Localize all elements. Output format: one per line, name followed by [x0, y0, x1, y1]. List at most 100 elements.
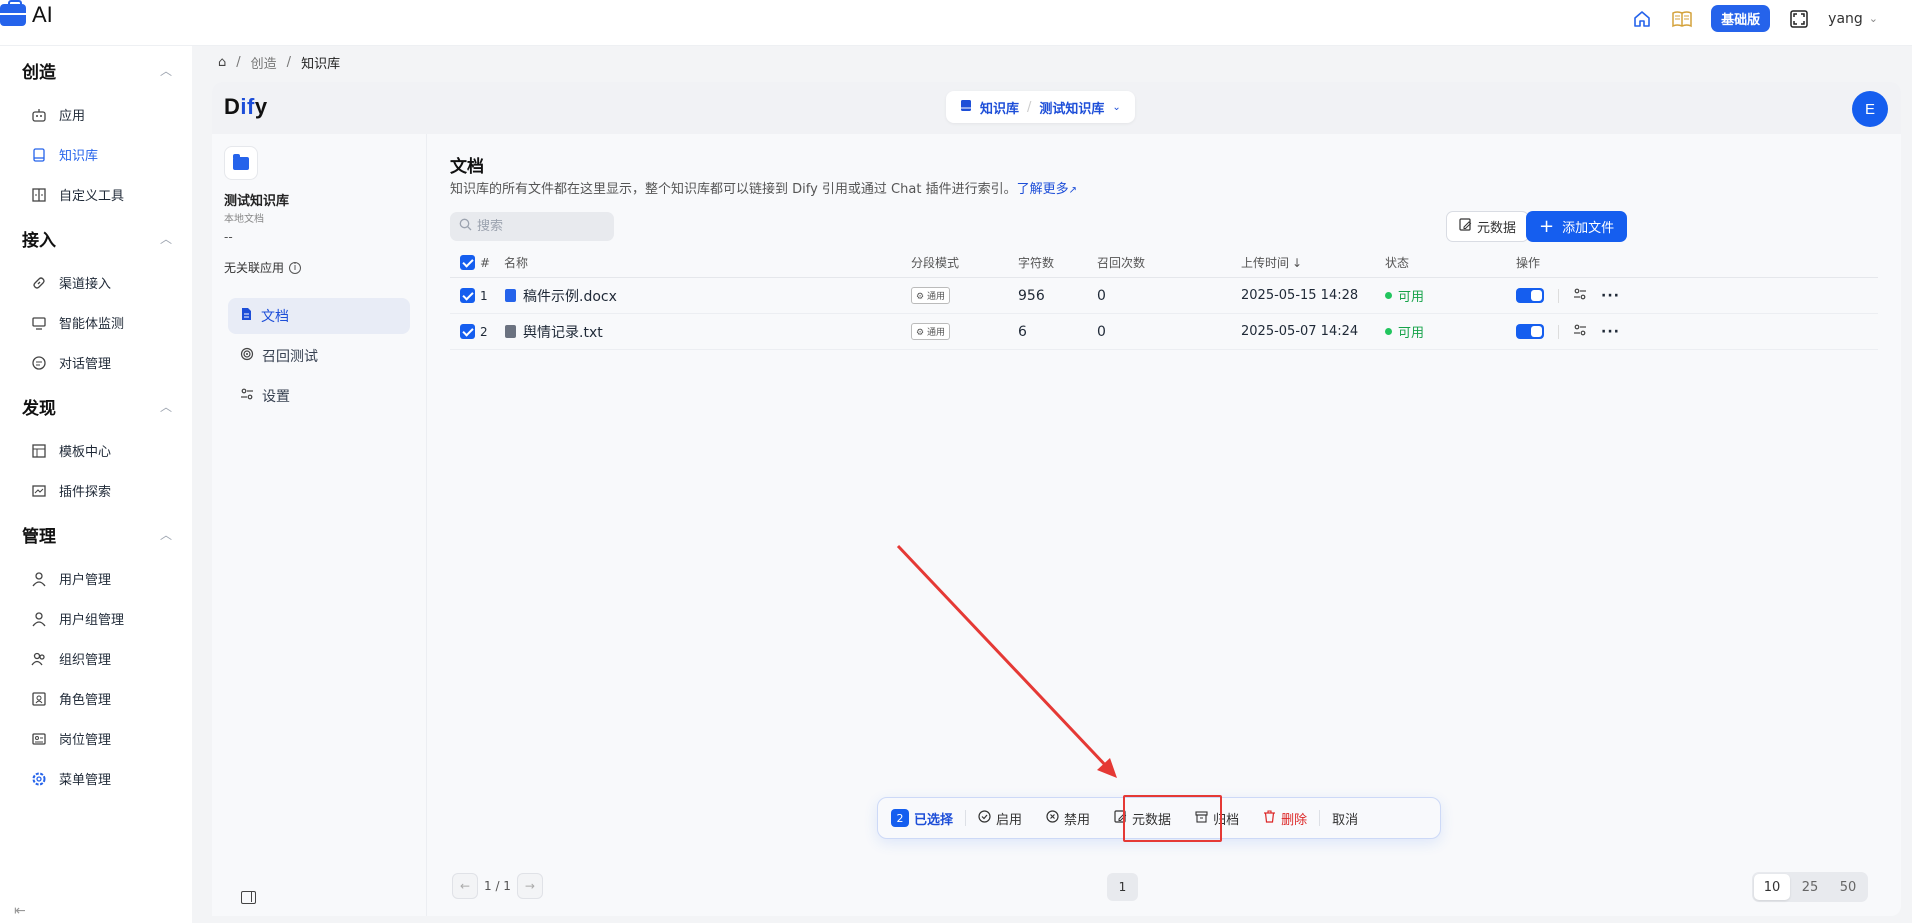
sidebar-item-label: 岗位管理: [59, 733, 112, 748]
table-row[interactable]: 2 舆情记录.txt ⚙ 通用 6 0 2025-05-07 14:24 可用 …: [450, 314, 1878, 350]
row-actions: ···: [1516, 278, 1620, 313]
sidebar-item-positions[interactable]: 岗位管理: [30, 729, 111, 748]
bulk-disable-button[interactable]: 禁用: [1034, 803, 1102, 833]
selected-count: 2 已选择: [891, 803, 965, 833]
search-icon: [459, 218, 472, 235]
book-icon[interactable]: [1671, 8, 1693, 30]
add-file-button[interactable]: + 添加文件: [1526, 211, 1628, 242]
tools-icon: [30, 186, 48, 204]
sidebar-group-discover[interactable]: 发现 ︿: [22, 394, 172, 419]
enable-toggle[interactable]: [1516, 288, 1544, 303]
sidebar-toggle-icon[interactable]: [241, 891, 256, 904]
prev-page-icon[interactable]: ←: [452, 873, 478, 899]
briefcase-icon: [0, 0, 26, 26]
page-number-button[interactable]: 1: [1107, 873, 1138, 901]
knowledge-description: --: [224, 230, 233, 244]
sidebar-item-conversations[interactable]: 对话管理: [30, 353, 111, 372]
bulk-cancel-button[interactable]: 取消: [1320, 803, 1370, 833]
row-checkbox[interactable]: [460, 314, 475, 349]
switch-separator: /: [1027, 99, 1032, 115]
bulk-delete-label: 删除: [1281, 812, 1308, 828]
more-icon[interactable]: ···: [1601, 324, 1620, 340]
mode-label: 通用: [926, 292, 945, 302]
app-logo[interactable]: AI: [0, 0, 53, 28]
collapse-menu-icon[interactable]: ⇤: [14, 903, 26, 919]
learn-more-link[interactable]: 了解更多↗: [1017, 182, 1077, 197]
user-menu[interactable]: yang ⌄: [1828, 11, 1878, 27]
sidebar-item-label: 角色管理: [59, 693, 112, 708]
sidebar-item-custom-tools[interactable]: 自定义工具: [30, 185, 124, 204]
selected-count-badge: 2: [891, 809, 909, 827]
chevron-up-icon: ︿: [159, 400, 172, 414]
row-checkbox[interactable]: [460, 278, 475, 313]
dify-logo[interactable]: Dify: [224, 94, 268, 120]
home-icon[interactable]: [1631, 8, 1653, 30]
chevron-up-icon: ︿: [159, 64, 172, 78]
sidebar-group-create[interactable]: 创造 ︿: [22, 58, 172, 83]
word-file-icon: [505, 289, 516, 302]
bulk-delete-button[interactable]: 删除: [1251, 803, 1319, 833]
mode-chip: ⚙ 通用: [911, 323, 950, 340]
row-mode: ⚙ 通用: [911, 278, 950, 313]
top-bar: AI 基础版 yang ⌄: [0, 0, 1912, 46]
sidebar-group-manage[interactable]: 管理 ︿: [22, 522, 172, 547]
page-size-option[interactable]: 25: [1792, 874, 1828, 900]
switch-current[interactable]: 测试知识库: [1039, 98, 1104, 117]
user-icon: [30, 610, 48, 628]
metadata-button[interactable]: 元数据: [1446, 211, 1530, 242]
sidebar-item-knowledge[interactable]: 知识库: [30, 145, 98, 164]
switch-root[interactable]: 知识库: [980, 98, 1019, 117]
next-page-icon[interactable]: →: [516, 873, 543, 899]
sidebar-item-plugins[interactable]: 插件探索: [30, 481, 111, 500]
bulk-cancel-label: 取消: [1332, 812, 1359, 828]
settings-sliders-icon[interactable]: [1573, 323, 1587, 341]
sidebar-group-access[interactable]: 接入 ︿: [22, 226, 172, 251]
col-actions: 操作: [1516, 256, 1541, 270]
fullscreen-icon[interactable]: [1788, 8, 1810, 30]
col-recalls: 召回次数: [1097, 256, 1146, 270]
breadcrumb-separator: /: [236, 55, 241, 70]
settings-sliders-icon[interactable]: [1573, 287, 1587, 305]
kb-nav-recall-test[interactable]: 召回测试: [228, 338, 410, 374]
page-size-option[interactable]: 10: [1754, 874, 1790, 900]
no-linked-apps-label: 无关联应用: [224, 261, 285, 275]
info-icon[interactable]: i: [289, 261, 302, 274]
sidebar-item-apps[interactable]: 应用: [30, 105, 85, 124]
knowledge-name: 测试知识库: [224, 194, 290, 209]
row-num: 2: [480, 324, 488, 339]
username: yang: [1828, 10, 1863, 27]
more-icon[interactable]: ···: [1601, 288, 1620, 304]
search-box[interactable]: [450, 212, 614, 241]
metadata-button-label: 元数据: [1477, 221, 1517, 236]
page-size-option[interactable]: 50: [1830, 874, 1866, 900]
sidebar-item-roles[interactable]: 角色管理: [30, 689, 111, 708]
plan-badge[interactable]: 基础版: [1711, 5, 1771, 32]
sidebar-item-agent-monitor[interactable]: 智能体监测: [30, 313, 124, 332]
sidebar-item-channels[interactable]: 渠道接入: [30, 273, 111, 292]
breadcrumb-create[interactable]: 创造: [251, 53, 277, 72]
kb-nav-documents[interactable]: 文档: [228, 298, 410, 334]
search-input[interactable]: [477, 219, 597, 234]
check-circle-icon: [978, 809, 991, 827]
bulk-enable-button[interactable]: 启用: [966, 803, 1034, 833]
knowledge-switcher[interactable]: 知识库 / 测试知识库 ⌄: [946, 91, 1135, 123]
kb-nav-settings[interactable]: 设置: [228, 378, 410, 414]
col-uploaded[interactable]: 上传时间 ↓: [1241, 248, 1302, 277]
table-row[interactable]: 1 稿件示例.docx ⚙ 通用 956 0 2025-05-15 14:28 …: [450, 278, 1878, 314]
settings-sliders-icon: [240, 387, 254, 405]
sidebar-item-users[interactable]: 用户管理: [30, 569, 111, 588]
sidebar-item-menus[interactable]: 菜单管理: [30, 769, 111, 788]
select-all-checkbox[interactable]: [460, 248, 475, 277]
status-dot: [1385, 292, 1392, 299]
edit-doc-icon: [1459, 218, 1472, 235]
enable-toggle[interactable]: [1516, 324, 1544, 339]
sidebar-item-templates[interactable]: 模板中心: [30, 441, 111, 460]
selected-label: 已选择: [914, 812, 954, 828]
row-name[interactable]: 舆情记录.txt: [505, 314, 603, 349]
sidebar-item-user-groups[interactable]: 用户组管理: [30, 609, 124, 628]
row-name[interactable]: 稿件示例.docx: [505, 278, 617, 313]
sidebar-item-orgs[interactable]: 组织管理: [30, 649, 111, 668]
avatar[interactable]: E: [1852, 91, 1888, 127]
knowledge-sidebar: 测试知识库 本地文档 -- 无关联应用 i 文档 召回测试 设置: [212, 134, 427, 916]
home-icon[interactable]: ⌂: [218, 55, 226, 70]
